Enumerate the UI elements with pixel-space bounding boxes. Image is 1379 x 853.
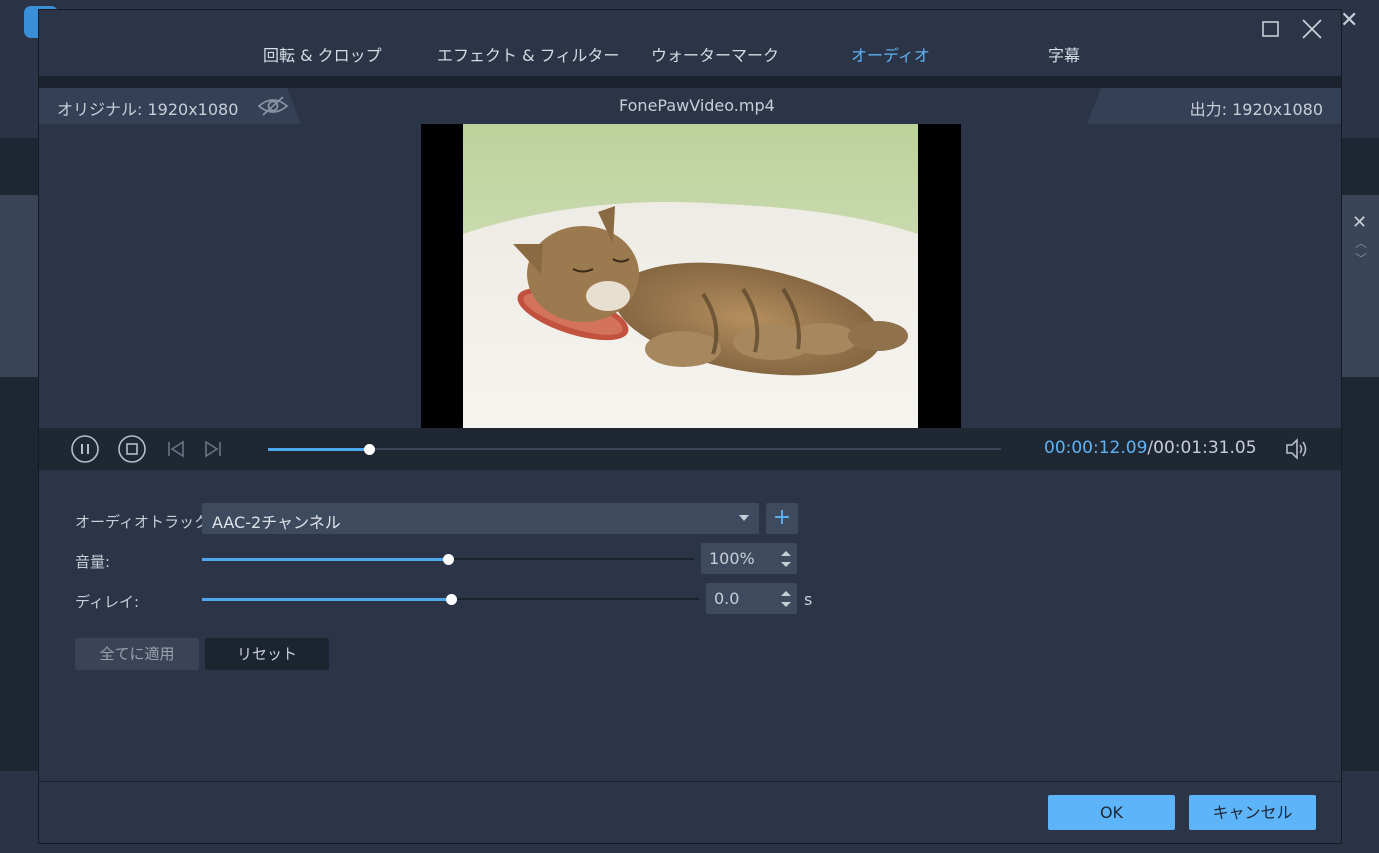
audio-track-select[interactable]: AAC-2チャンネル <box>202 503 759 534</box>
add-audio-track-button[interactable]: + <box>766 503 798 534</box>
cancel-button[interactable]: キャンセル <box>1189 795 1316 830</box>
delay-spinbox[interactable] <box>706 583 797 614</box>
progress-thumb[interactable] <box>364 444 376 455</box>
delay-unit: s <box>804 590 813 609</box>
total-time: 00:01:31.05 <box>1153 438 1257 458</box>
audio-track-value: AAC-2チャンネル <box>212 513 341 532</box>
previous-frame-icon[interactable] <box>161 434 191 464</box>
tab-bar: 回転 & クロップ エフェクト & フィルター ウォーターマーク オーディオ 字… <box>39 10 1341 78</box>
delay-increase-icon[interactable] <box>781 591 791 596</box>
reset-button[interactable]: リセット <box>205 638 329 670</box>
video-preview-image <box>463 124 918 428</box>
progress-fill <box>268 448 370 451</box>
time-display: 00:00:12.09/00:01:31.05 <box>1044 438 1257 458</box>
audio-settings-panel: オーディオトラック: AAC-2チャンネル + 音量: ディレイ: s 全てに適… <box>39 470 1341 782</box>
volume-increase-icon[interactable] <box>781 551 791 556</box>
eye-hidden-icon[interactable] <box>257 94 289 118</box>
chevron-down-icon <box>739 515 749 521</box>
delay-slider-fill <box>202 598 451 601</box>
tab-audio[interactable]: オーディオ <box>851 42 930 66</box>
tab-effects-filters[interactable]: エフェクト & フィルター <box>437 42 619 66</box>
file-name: FonePawVideo.mp4 <box>619 96 775 115</box>
tab-subtitles[interactable]: 字幕 <box>1048 42 1080 66</box>
tab-divider <box>39 76 1341 88</box>
tab-rotate-crop[interactable]: 回転 & クロップ <box>263 42 382 66</box>
delay-slider-thumb[interactable] <box>445 594 457 605</box>
volume-slider-thumb[interactable] <box>443 554 454 565</box>
ok-button[interactable]: OK <box>1048 795 1175 830</box>
volume-slider[interactable] <box>202 554 694 565</box>
delay-decrease-icon[interactable] <box>781 602 791 607</box>
stop-icon[interactable] <box>117 434 147 464</box>
current-time: 00:00:12.09 <box>1044 438 1148 458</box>
video-frame <box>421 124 961 428</box>
tab-watermark[interactable]: ウォーターマーク <box>651 42 779 66</box>
edit-dialog: 回転 & クロップ エフェクト & フィルター ウォーターマーク オーディオ 字… <box>38 9 1342 844</box>
info-bar: オリジナル: 1920x1080 FonePawVideo.mp4 出力: 19… <box>39 88 1341 124</box>
volume-label: 音量: <box>75 553 111 571</box>
audio-track-label: オーディオトラック: <box>75 513 215 531</box>
close-icon[interactable] <box>1299 16 1325 42</box>
volume-spinbox[interactable] <box>701 543 797 574</box>
next-frame-icon[interactable] <box>198 434 228 464</box>
delay-slider[interactable] <box>202 594 699 605</box>
volume-slider-fill <box>202 558 448 561</box>
app-close-icon[interactable]: ✕ <box>1340 8 1358 33</box>
apply-all-button[interactable]: 全てに適用 <box>75 638 199 670</box>
background-remove-icon[interactable]: ✕ <box>1352 212 1367 233</box>
delay-input[interactable] <box>706 583 776 614</box>
dialog-footer: OK キャンセル <box>39 782 1341 843</box>
volume-input[interactable] <box>701 543 771 574</box>
maximize-icon[interactable] <box>1258 16 1284 42</box>
pause-icon[interactable] <box>70 434 100 464</box>
volume-icon[interactable] <box>1283 436 1309 462</box>
delay-label: ディレイ: <box>75 593 140 611</box>
background-move-up-icon[interactable]: ︿ <box>1355 234 1367 251</box>
progress-track[interactable] <box>268 444 1001 455</box>
playback-controls: 00:00:12.09/00:01:31.05 <box>39 428 1341 470</box>
output-resolution: 出力: 1920x1080 <box>1189 100 1323 119</box>
volume-decrease-icon[interactable] <box>781 562 791 567</box>
background-move-down-icon[interactable]: ﹀ <box>1355 250 1367 267</box>
video-preview-area <box>39 124 1341 428</box>
original-resolution: オリジナル: 1920x1080 <box>57 100 239 119</box>
